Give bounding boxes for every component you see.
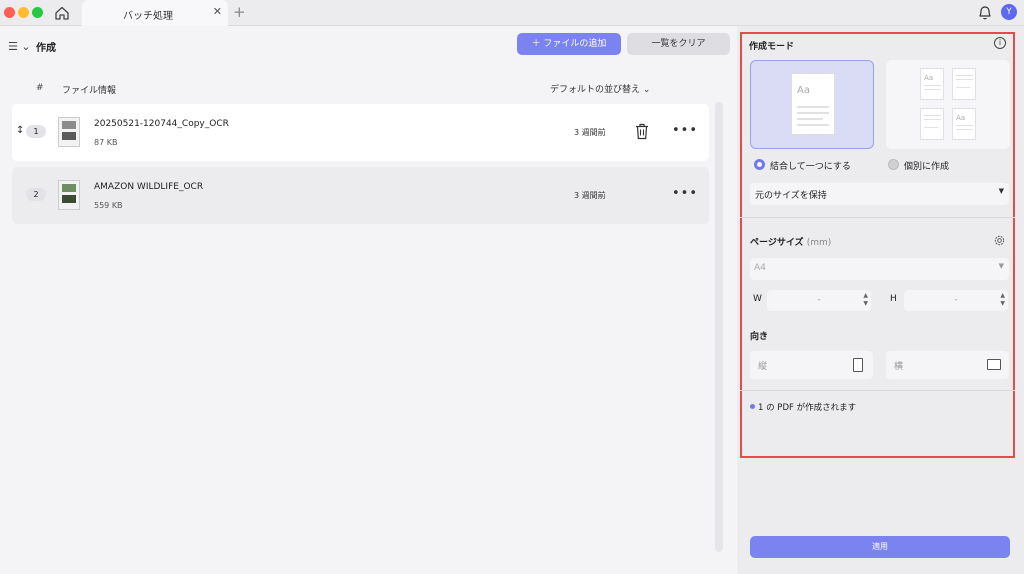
file-row[interactable]: ↕ 1 20250521-120744_Copy_OCR 87 KB 3 週間前… bbox=[12, 104, 709, 161]
column-header-file-info: ファイル情報 bbox=[62, 86, 117, 96]
size-select-value: 元のサイズを保持 bbox=[755, 191, 827, 201]
combine-radio-label[interactable]: 結合して一つにする bbox=[770, 159, 851, 172]
more-options-icon[interactable]: ••• bbox=[672, 123, 698, 138]
document-icon: Aa bbox=[791, 73, 835, 135]
file-list-pane: ☰ ⌄ 作成 ＋ ファイルの追加 一覧をクリア # ファイル情報 デフォルトの並… bbox=[0, 26, 732, 574]
height-label: H bbox=[890, 294, 897, 304]
combine-radio[interactable] bbox=[754, 159, 765, 170]
page-size-label: ページサイズ (mm) bbox=[750, 238, 832, 248]
file-thumbnail bbox=[58, 180, 80, 210]
settings-panel: 作成モード i Aa Aa Aa 結合して一つにする 個別に作成 元のサイズを保… bbox=[737, 26, 1024, 574]
file-size: 87 KB bbox=[94, 138, 118, 147]
title-bar: バッチ処理 ✕ + Y bbox=[0, 0, 1024, 26]
stepper-icon[interactable]: ▲ ▼ bbox=[1000, 292, 1005, 308]
sort-dropdown[interactable]: デフォルトの並び替え ⌄ bbox=[550, 82, 650, 95]
height-input[interactable]: - ▲ ▼ bbox=[904, 290, 1008, 311]
tab-batch[interactable]: バッチ処理 ✕ bbox=[82, 0, 228, 26]
close-window-button[interactable] bbox=[4, 7, 15, 18]
column-header-index: # bbox=[36, 83, 44, 93]
caret-down-icon: ▼ bbox=[998, 262, 1004, 270]
width-label: W bbox=[753, 294, 762, 304]
document-icon: Aa bbox=[952, 108, 976, 140]
page-title: 作成 bbox=[36, 43, 56, 54]
portrait-icon bbox=[853, 358, 863, 372]
orientation-label: 向き bbox=[750, 332, 769, 342]
file-thumbnail bbox=[58, 117, 80, 147]
combine-mode-card[interactable]: Aa bbox=[750, 60, 874, 149]
bell-icon[interactable] bbox=[977, 4, 993, 21]
zoom-window-button[interactable] bbox=[32, 7, 43, 18]
size-select[interactable]: 元のサイズを保持 ▼ bbox=[750, 183, 1009, 205]
document-icon: Aa bbox=[920, 68, 944, 100]
gear-icon[interactable] bbox=[993, 234, 1006, 247]
more-options-icon[interactable]: ••• bbox=[672, 186, 698, 201]
home-icon[interactable] bbox=[54, 5, 70, 21]
trash-icon[interactable] bbox=[635, 123, 649, 140]
document-icon bbox=[952, 68, 976, 100]
list-scrollbar[interactable] bbox=[715, 102, 723, 552]
file-row[interactable]: 2 AMAZON WILDLIFE_OCR 559 KB 3 週間前 ••• bbox=[12, 167, 709, 224]
document-icon bbox=[920, 108, 944, 140]
file-size: 559 KB bbox=[94, 201, 123, 210]
landscape-icon bbox=[987, 359, 1001, 370]
tab-title: バッチ処理 bbox=[123, 11, 173, 22]
paper-size-select[interactable]: A4 ▼ bbox=[750, 258, 1009, 280]
mode-title: 作成モード bbox=[749, 42, 795, 52]
width-input[interactable]: - ▲ ▼ bbox=[767, 290, 871, 311]
divider bbox=[740, 390, 1015, 391]
clear-list-button[interactable]: 一覧をクリア bbox=[627, 33, 730, 55]
file-time: 3 週間前 bbox=[574, 191, 606, 200]
file-name: 20250521-120744_Copy_OCR bbox=[94, 119, 229, 129]
user-avatar[interactable]: Y bbox=[1001, 4, 1017, 20]
minimize-window-button[interactable] bbox=[18, 7, 29, 18]
row-index: 2 bbox=[26, 188, 46, 201]
stepper-icon[interactable]: ▲ ▼ bbox=[863, 292, 868, 308]
caret-down-icon: ▼ bbox=[998, 187, 1004, 195]
paper-size-value: A4 bbox=[754, 263, 766, 273]
separate-radio-label[interactable]: 個別に作成 bbox=[904, 159, 949, 172]
file-time: 3 週間前 bbox=[574, 128, 606, 137]
menu-icon[interactable]: ☰ ⌄ bbox=[8, 40, 31, 53]
drag-handle-icon[interactable]: ↕ bbox=[16, 125, 24, 136]
apply-button[interactable]: 適用 bbox=[750, 536, 1010, 558]
row-index: 1 bbox=[26, 125, 46, 138]
add-files-button[interactable]: ＋ ファイルの追加 bbox=[517, 33, 621, 55]
landscape-option[interactable]: 横 bbox=[886, 351, 1009, 379]
file-name: AMAZON WILDLIFE_OCR bbox=[94, 182, 204, 192]
new-tab-button[interactable]: + bbox=[233, 3, 246, 21]
divider bbox=[740, 217, 1015, 218]
separate-mode-card[interactable]: Aa Aa bbox=[886, 60, 1010, 149]
status-dot bbox=[750, 404, 755, 409]
pdf-count-note: 1 の PDF が作成されます bbox=[758, 403, 857, 413]
tab-close-icon[interactable]: ✕ bbox=[213, 5, 222, 18]
info-icon[interactable]: i bbox=[994, 37, 1006, 49]
portrait-option[interactable]: 縦 bbox=[750, 351, 873, 379]
separate-radio[interactable] bbox=[888, 159, 899, 170]
